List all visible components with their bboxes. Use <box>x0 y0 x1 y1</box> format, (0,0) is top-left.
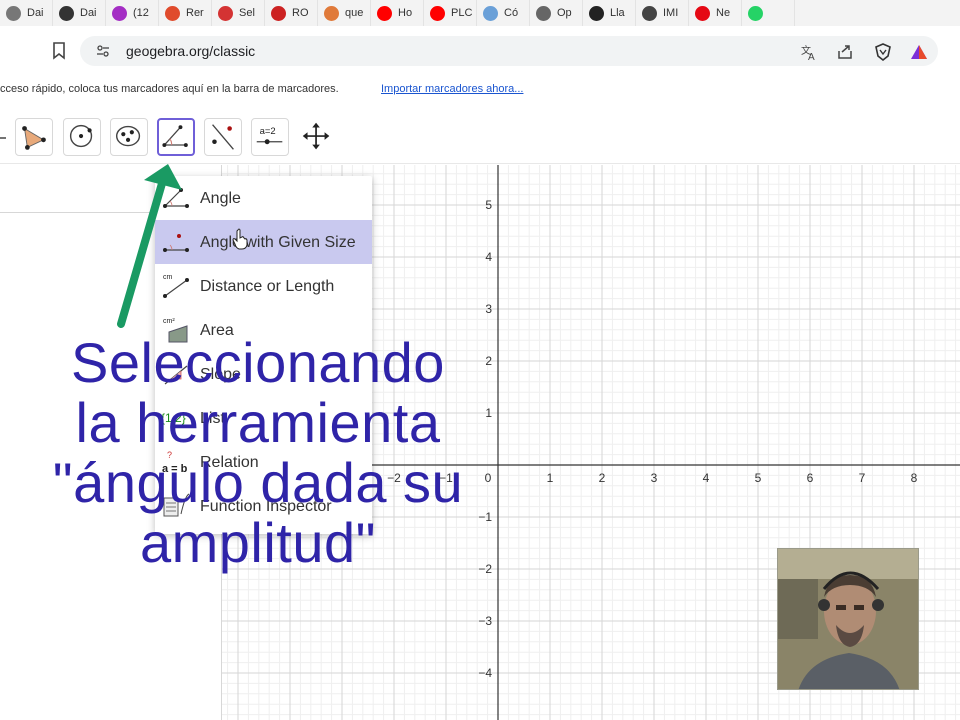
polygon-tool-icon <box>22 126 46 150</box>
caption-line-1: Seleccionando <box>71 331 445 394</box>
browser-tab-label: Sel <box>239 7 255 19</box>
red-swirl-icon <box>165 5 180 21</box>
webcam-overlay <box>777 548 919 690</box>
dark-circle-icon <box>59 5 74 21</box>
browser-tab[interactable]: que <box>318 0 371 26</box>
toolbar-partial-tool-icon[interactable] <box>0 132 6 144</box>
cloud-icon <box>483 5 498 21</box>
x-tick-label: 5 <box>755 471 762 485</box>
browser-tab-label: Có <box>504 7 519 19</box>
x-tick-label: 6 <box>807 471 814 485</box>
dark-circle-icon <box>589 5 604 21</box>
bookmarks-hint-text: cceso rápido, coloca tus marcadores aquí… <box>0 83 339 95</box>
y-tick-label: 5 <box>485 198 492 212</box>
y-tick-label: −3 <box>478 614 492 628</box>
browser-tab-label: Ne <box>716 7 731 19</box>
browser-tab-label: PLC <box>451 7 473 19</box>
x-tick-label: 8 <box>911 471 918 485</box>
brave-shield-icon[interactable] <box>874 43 892 61</box>
caption-line-2: la herramienta <box>75 391 441 454</box>
circle-tool-button[interactable] <box>63 118 101 156</box>
move-graphics-tool-icon <box>302 122 330 150</box>
site-settings-icon[interactable] <box>96 44 110 58</box>
x-tick-label: 7 <box>859 471 866 485</box>
browser-tab-label: Dai <box>80 7 97 19</box>
svg-text:A: A <box>808 52 815 61</box>
browser-tab-label: (12 <box>133 7 149 19</box>
svg-text:a=2: a=2 <box>260 126 276 137</box>
video-caption: Seleccionando la herramienta "ángulo dad… <box>0 333 516 573</box>
youtube-icon <box>430 5 445 21</box>
browser-tab-label: Dai <box>27 7 44 19</box>
browser-tab[interactable]: Op <box>530 0 583 26</box>
menu-label-angle-given-size: Angle with Given Size <box>200 234 356 251</box>
orange-pin-icon <box>324 5 339 21</box>
mail-icon <box>112 5 127 21</box>
caption-line-3: "ángulo dada su <box>52 451 464 514</box>
pen-icon <box>642 5 657 21</box>
caption-line-4: amplitud" <box>139 511 377 574</box>
y-tick-label: 3 <box>485 302 492 316</box>
move-graphics-tool-button[interactable] <box>298 118 336 156</box>
hand-cursor-icon <box>232 228 248 250</box>
url-bar[interactable]: geogebra.org/classic 文 A <box>80 36 938 66</box>
presenter-video-icon <box>778 549 918 689</box>
browser-tab[interactable]: Rer <box>159 0 212 26</box>
bookmark-tab-strip: Dai Dai (12 Rer Sel RO que Ho PLC Có Op Lla IMI Ne <box>0 0 960 26</box>
y-tick-label: −4 <box>478 666 492 680</box>
bookmarks-hint-bar: cceso rápido, coloca tus marcadores aquí… <box>0 76 960 102</box>
x-tick-label: 3 <box>651 471 658 485</box>
browser-tab-label: IMI <box>663 7 679 19</box>
browser-tab[interactable]: PLC <box>424 0 477 26</box>
red-target-icon <box>218 5 233 21</box>
browser-tab[interactable]: Ne <box>689 0 742 26</box>
whatsapp-icon <box>748 5 763 21</box>
polygon-tool-button[interactable] <box>15 118 53 156</box>
x-tick-label: 2 <box>599 471 606 485</box>
netflix-icon <box>695 5 710 21</box>
browser-tab[interactable]: (12 <box>106 0 159 26</box>
brave-rewards-icon[interactable] <box>910 43 928 61</box>
browser-tab-label: que <box>345 7 364 19</box>
red-stop-icon <box>271 5 286 21</box>
x-tick-label: 1 <box>547 471 554 485</box>
address-bar-row: geogebra.org/classic 文 A <box>0 26 960 74</box>
grey-globe-icon <box>6 5 21 21</box>
import-bookmarks-link[interactable]: Importar marcadores ahora... <box>381 83 523 95</box>
bookmark-icon[interactable] <box>52 42 66 60</box>
circle-center-point-tool-icon <box>69 124 93 148</box>
x-tick-label: 4 <box>703 471 710 485</box>
slider-tool-button[interactable]: a=2 <box>251 118 289 156</box>
browser-tab-label: Lla <box>610 7 625 19</box>
browser-tab[interactable]: RO <box>265 0 318 26</box>
y-tick-label: 4 <box>485 250 492 264</box>
browser-tab[interactable]: Có <box>477 0 530 26</box>
browser-tab-label: Ho <box>398 7 413 19</box>
share-icon[interactable] <box>836 43 854 61</box>
angle-tool-icon <box>162 125 188 148</box>
grey-gear-icon <box>536 5 551 21</box>
translate-icon[interactable]: 文 A <box>800 43 818 61</box>
browser-tab[interactable]: Sel <box>212 0 265 26</box>
slider-tool-icon: a=2 <box>256 126 283 145</box>
browser-tab[interactable]: Ho <box>371 0 424 26</box>
youtube-icon <box>377 5 392 21</box>
browser-tab-label: RO <box>292 7 309 19</box>
browser-tab[interactable]: Dai <box>0 0 53 26</box>
browser-tab[interactable]: Lla <box>583 0 636 26</box>
url-text[interactable]: geogebra.org/classic <box>126 43 255 59</box>
menu-label-distance: Distance or Length <box>200 278 335 295</box>
browser-tab[interactable] <box>742 0 795 26</box>
browser-tab-label: Rer <box>186 7 204 19</box>
browser-tab-label: Op <box>557 7 572 19</box>
browser-tab[interactable]: IMI <box>636 0 689 26</box>
browser-tab[interactable]: Dai <box>53 0 106 26</box>
annotation-arrow-icon <box>117 164 182 328</box>
